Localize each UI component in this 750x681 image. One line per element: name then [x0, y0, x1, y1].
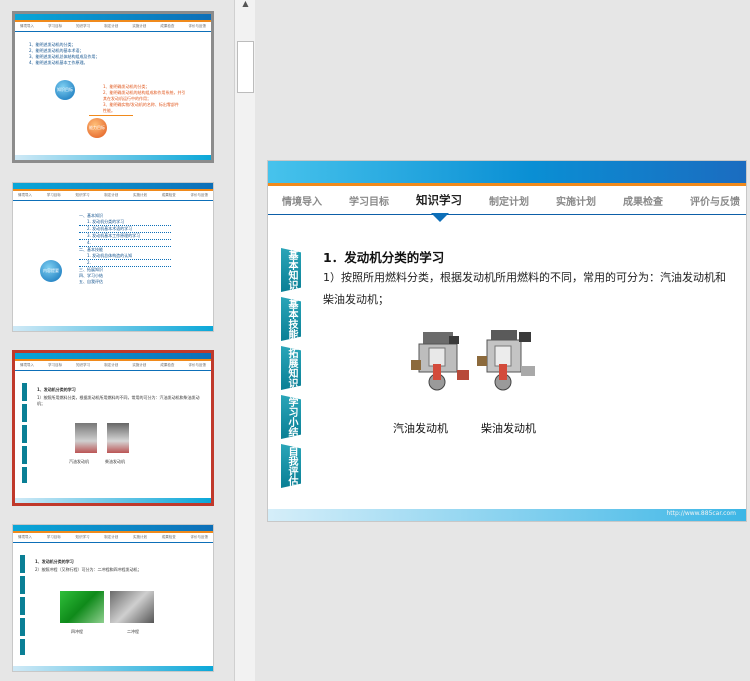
thumb-nav: 情境导入 学习目标 知识学习 制定计划 实施计划 成果检查 评价与反馈: [15, 361, 211, 371]
active-nav-pointer-icon: [431, 213, 449, 222]
knowledge-goal-badge: 知识目标: [55, 80, 75, 100]
nav-feedback[interactable]: 评价与反馈: [690, 193, 740, 208]
scrollbar-thumb[interactable]: [237, 41, 254, 93]
content-summary-badge: 内容提要: [40, 260, 62, 282]
slide-heading: 1．发动机分类的学习: [323, 250, 445, 265]
nav-knowledge[interactable]: 知识学习: [416, 192, 462, 208]
slide-thumbnail-4[interactable]: 情境导入 学习目标 知识学习 制定计划 实施计划 成果检查 评价与反馈 1、发动机分类的学习…: [12, 524, 214, 672]
ability-goal-badge: 能力目标: [87, 118, 107, 138]
slide-header-band: [268, 161, 746, 183]
slide-paragraph: 1）按照所用燃料分类，根据发动机所用燃料的不同，常用的可分为：汽油发动机和柴油发…: [323, 271, 726, 306]
side-tab-extended-knowledge[interactable]: 拓展知识: [281, 346, 301, 390]
thumb-nav: 情境导入 学习目标 知识学习 制定计划 实施计划 成果检查 评价与反馈: [13, 533, 213, 543]
diesel-engine-caption: 柴油发动机: [481, 422, 536, 435]
diesel-engine-thumb-image: [107, 423, 129, 453]
current-slide[interactable]: 情境导入 学习目标 知识学习 制定计划 实施计划 成果检查 评价与反馈 基本知识…: [267, 160, 747, 522]
petrol-engine-caption: 汽油发动机: [393, 422, 448, 435]
thumb-side-tabs: [20, 555, 25, 655]
thumbnail-scrollbar[interactable]: ▲: [234, 0, 257, 681]
slide-thumbnail-3[interactable]: 情境导入 学习目标 知识学习 制定计划 实施计划 成果检查 评价与反馈 1、发动机分类的学习…: [12, 350, 214, 506]
nav-implement[interactable]: 实施计划: [556, 193, 596, 208]
petrol-engine-image: [411, 332, 469, 391]
slide-thumbnail-pane: 情境导入 学习目标 知识学习 制定计划 实施计划 成果检查 评价与反馈 1、能明述发动机的分…: [0, 0, 233, 681]
side-tab-self-assessment[interactable]: 自我评估: [281, 444, 301, 488]
side-tab-basic-knowledge[interactable]: 基本知识: [281, 248, 301, 292]
two-stroke-thumb-image: [110, 591, 154, 623]
diesel-engine-image: [477, 330, 535, 391]
footer-url: http://www.885car.com: [666, 510, 736, 517]
nav-goals[interactable]: 学习目标: [349, 193, 389, 208]
side-tab-strip: 基本知识 基本技能 拓展知识 学习小结 自我评估: [281, 248, 303, 493]
nav-check[interactable]: 成果检查: [623, 193, 663, 208]
thumb-nav: 情境导入 学习目标 知识学习 制定计划 实施计划 成果检查 评价与反馈: [13, 191, 213, 201]
side-tab-summary[interactable]: 学习小结: [281, 395, 301, 439]
petrol-engine-thumb-image: [75, 423, 97, 453]
slide-thumbnail-2[interactable]: 情境导入 学习目标 知识学习 制定计划 实施计划 成果检查 评价与反馈 内容提要 一、基本知…: [12, 182, 214, 332]
nav-plan[interactable]: 制定计划: [489, 193, 529, 208]
side-tab-basic-skills[interactable]: 基本技能: [281, 297, 301, 341]
scroll-up-arrow-icon[interactable]: ▲: [235, 0, 256, 10]
nav-intro[interactable]: 情境导入: [282, 193, 322, 208]
four-stroke-thumb-image: [60, 591, 104, 623]
slide-nav-bar: 情境导入 学习目标 知识学习 制定计划 实施计划 成果检查 评价与反馈: [268, 186, 746, 222]
slide-footer: http://www.885car.com: [268, 509, 746, 521]
thumb-side-tabs: [22, 383, 27, 483]
slide-thumbnail-1[interactable]: 情境导入 学习目标 知识学习 制定计划 实施计划 成果检查 评价与反馈 1、能明述发动机的分…: [12, 11, 214, 163]
thumb-nav: 情境导入 学习目标 知识学习 制定计划 实施计划 成果检查 评价与反馈: [15, 22, 211, 32]
